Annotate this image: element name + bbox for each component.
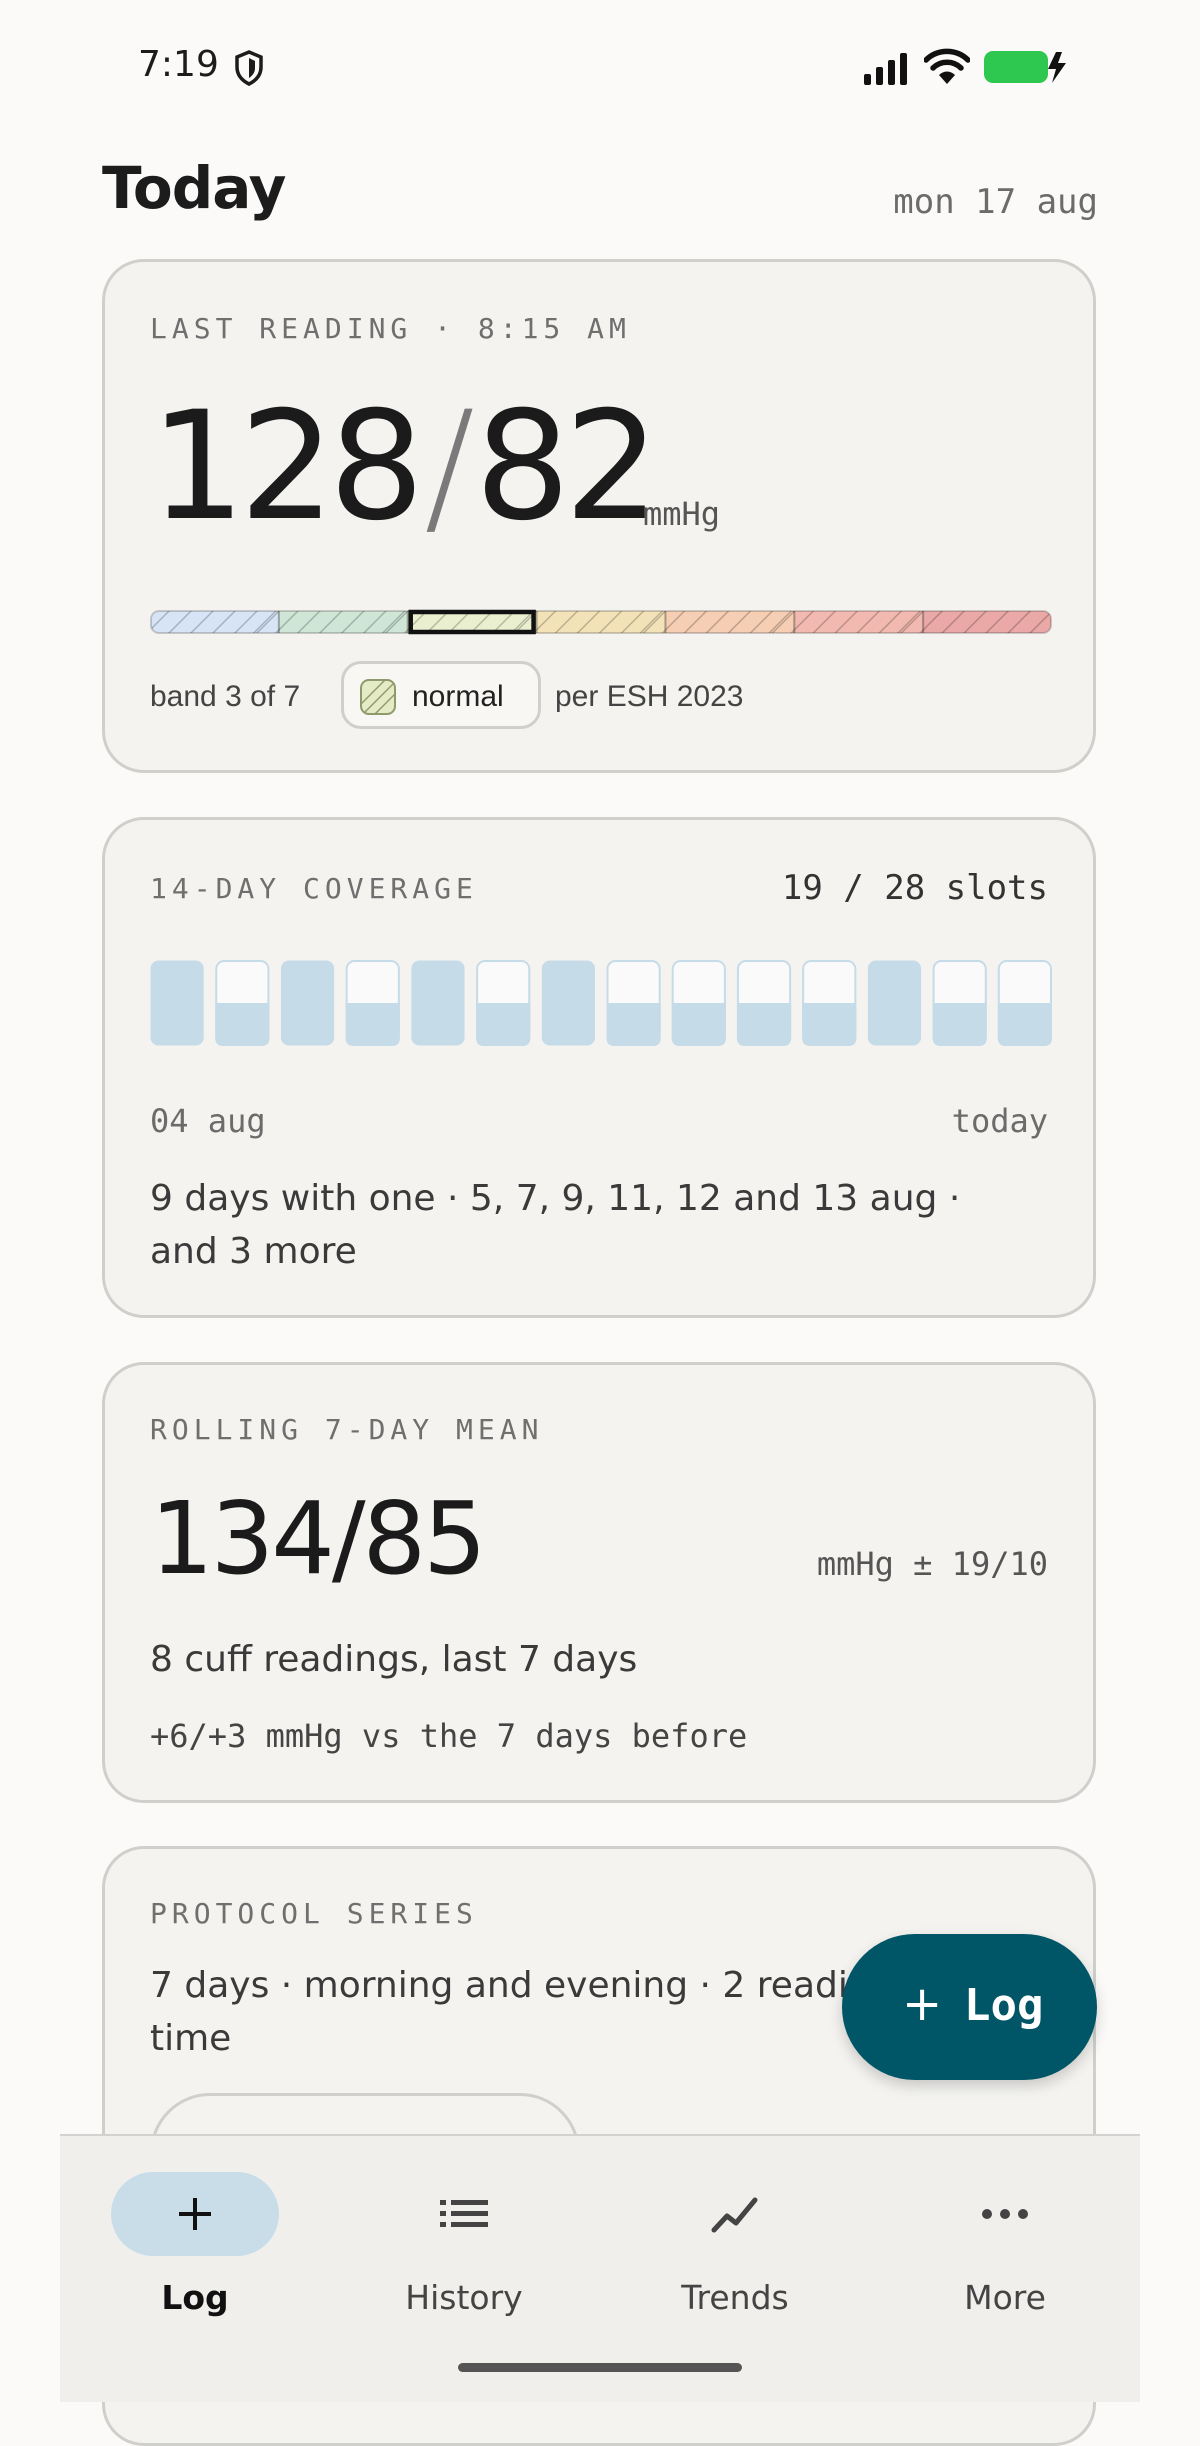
band-source: per ESH 2023 xyxy=(555,680,744,713)
reading-slash: / xyxy=(424,380,474,554)
coverage-day-6 xyxy=(476,960,531,1046)
coverage-day-3 xyxy=(280,960,335,1046)
coverage-day-2 xyxy=(215,960,270,1046)
rolling-mean-count: 8 cuff readings, last 7 days xyxy=(150,1639,638,1680)
page-date: mon 17 aug xyxy=(893,182,1098,222)
protocol-label: PROTOCOL SERIES xyxy=(150,1897,478,1930)
systolic-value: 128 xyxy=(150,380,424,554)
coverage-card[interactable]: 14-DAY COVERAGE 19 / 28 slots 04 aug tod… xyxy=(102,817,1096,1318)
coverage-day-11 xyxy=(802,960,857,1046)
diastolic-value: 82 xyxy=(474,380,660,554)
coverage-day-14 xyxy=(997,960,1052,1046)
nav-trends-icon-wrap xyxy=(651,2172,819,2256)
reading-unit: mmHg xyxy=(643,495,721,533)
nav-label-trends: Trends xyxy=(681,2278,789,2317)
home-indicator xyxy=(458,2363,742,2372)
status-time: 7:19 xyxy=(138,44,219,85)
band-caption: band 3 of 7 xyxy=(150,680,301,713)
signal-icon xyxy=(862,52,910,91)
coverage-day-4 xyxy=(345,960,400,1046)
nav-more-icon-wrap xyxy=(921,2172,1089,2256)
coverage-label: 14-DAY COVERAGE xyxy=(150,872,478,905)
more-icon xyxy=(982,2209,1028,2219)
nav-history-icon-wrap xyxy=(380,2172,548,2256)
coverage-chart xyxy=(150,960,1052,1046)
plus-icon xyxy=(179,2198,211,2230)
rolling-mean-value: 134/85 xyxy=(150,1480,487,1597)
band-chip[interactable]: normal xyxy=(341,661,541,729)
coverage-day-8 xyxy=(606,960,661,1046)
nav-item-trends[interactable]: Trends xyxy=(635,2172,835,2322)
nav-label-history: History xyxy=(405,2278,523,2317)
plus-icon: + xyxy=(902,1976,943,2032)
last-reading-card[interactable]: LAST READING · 8:15 AM 128/82 mmHg band … xyxy=(102,259,1096,773)
wifi-icon xyxy=(923,48,971,91)
coverage-end-label: today xyxy=(951,1102,1048,1140)
fab-label: Log xyxy=(964,1980,1044,2031)
band-name: normal xyxy=(412,680,504,713)
bottom-nav: Log History Trends More xyxy=(60,2134,1140,2402)
coverage-day-9 xyxy=(671,960,726,1046)
list-icon xyxy=(440,2200,488,2227)
rolling-mean-card[interactable]: ROLLING 7-DAY MEAN 134/85 mmHg ± 19/10 8… xyxy=(102,1362,1096,1803)
rolling-mean-delta: +6/+3 mmHg vs the 7 days before xyxy=(150,1717,748,1755)
nav-item-log[interactable]: Log xyxy=(95,2172,295,2322)
log-fab-button[interactable]: + Log xyxy=(842,1934,1097,2080)
coverage-day-5 xyxy=(411,960,465,1046)
band-swatch-icon xyxy=(360,679,396,720)
reading-value: 128/82 xyxy=(150,392,660,542)
coverage-day-10 xyxy=(736,960,792,1046)
coverage-day-7 xyxy=(541,960,595,1046)
bp-band-scale xyxy=(150,609,1052,635)
coverage-day-12 xyxy=(867,960,922,1046)
battery-icon xyxy=(982,48,1068,91)
coverage-start-label: 04 aug xyxy=(150,1102,266,1140)
coverage-note: 9 days with one · 5, 7, 9, 11, 12 and 13… xyxy=(150,1178,961,1272)
status-bar: 7:19 xyxy=(0,0,1200,120)
shield-icon xyxy=(234,50,264,91)
rolling-mean-label: ROLLING 7-DAY MEAN xyxy=(150,1413,544,1446)
last-reading-label: LAST READING · 8:15 AM xyxy=(150,312,631,345)
coverage-day-1 xyxy=(150,960,204,1046)
nav-label-log: Log xyxy=(161,2278,229,2317)
rolling-mean-unit: mmHg ± 19/10 xyxy=(816,1545,1048,1583)
coverage-day-13 xyxy=(932,960,987,1046)
nav-log-icon-wrap xyxy=(111,2172,279,2256)
nav-item-more[interactable]: More xyxy=(905,2172,1105,2322)
nav-item-history[interactable]: History xyxy=(364,2172,564,2322)
page-title: Today xyxy=(102,154,286,222)
trend-icon xyxy=(711,2197,758,2233)
coverage-count: 19 / 28 slots xyxy=(781,868,1048,908)
nav-label-more: More xyxy=(964,2278,1046,2317)
